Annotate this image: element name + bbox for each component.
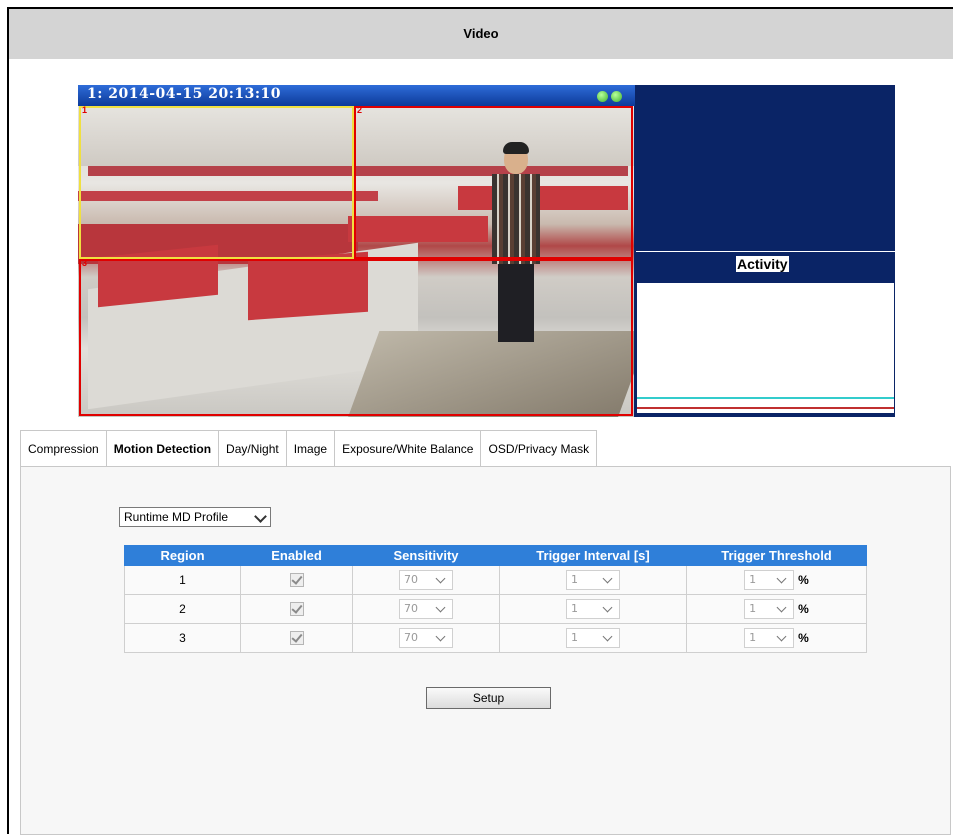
camera-image: 1 2 3 (78, 106, 634, 417)
trigger-interval-select[interactable]: 1 (566, 628, 620, 648)
md-profile-select[interactable]: Runtime MD Profile (119, 507, 271, 527)
motion-region-1[interactable]: 1 (79, 106, 354, 259)
activity-graph-line (637, 407, 894, 409)
page-title: Video (9, 9, 953, 59)
chevron-down-icon (254, 510, 267, 523)
percent-unit: % (798, 573, 809, 587)
region-number: 3 (124, 623, 241, 653)
table-row: 2 70 1 1% (124, 594, 867, 624)
enabled-checkbox[interactable] (289, 602, 304, 617)
threshold-value: 1 (749, 602, 757, 615)
column-header-region: Region (124, 545, 241, 566)
enabled-checkbox[interactable] (289, 631, 304, 646)
trigger-interval-select[interactable]: 1 (566, 599, 620, 619)
sensitivity-value: 70 (404, 631, 418, 644)
threshold-value: 1 (749, 631, 757, 644)
activity-panel-top (636, 85, 895, 251)
sensitivity-value: 70 (404, 573, 418, 586)
trigger-interval-select[interactable]: 1 (566, 570, 620, 590)
motion-region-table: Region Enabled Sensitivity Trigger Inter… (124, 545, 867, 653)
chevron-down-icon (776, 602, 787, 613)
tab-osd-privacy-mask[interactable]: OSD/Privacy Mask (480, 430, 598, 467)
trigger-threshold-select[interactable]: 1 (744, 628, 795, 648)
threshold-value: 1 (749, 573, 757, 586)
interval-value: 1 (571, 631, 578, 644)
sensitivity-select[interactable]: 70 (399, 570, 453, 590)
percent-unit: % (798, 602, 809, 616)
interval-value: 1 (571, 602, 578, 615)
sensitivity-select[interactable]: 70 (399, 628, 453, 648)
motion-region-3[interactable]: 3 (79, 258, 633, 416)
sensitivity-value: 70 (404, 602, 418, 615)
trigger-threshold-select[interactable]: 1 (744, 599, 795, 619)
tab-exposure-white-balance[interactable]: Exposure/White Balance (334, 430, 482, 467)
table-row: 1 70 1 1% (124, 565, 867, 595)
column-header-trigger-interval: Trigger Interval [s] (499, 545, 687, 566)
video-viewer[interactable]: 1 2 3 1: 2014-04-15 20:13:10 Activity (78, 85, 895, 417)
activity-graph (637, 283, 894, 413)
percent-unit: % (798, 631, 809, 645)
chevron-down-icon (776, 631, 787, 642)
tab-motion-detection[interactable]: Motion Detection (105, 430, 220, 468)
enabled-checkbox[interactable] (289, 573, 304, 588)
motion-detection-panel: Runtime MD Profile Region Enabled Sensit… (20, 466, 951, 835)
status-led-icon (597, 91, 608, 102)
chevron-down-icon (435, 631, 446, 642)
chevron-down-icon (602, 573, 613, 584)
chevron-down-icon (602, 631, 613, 642)
video-timestamp: 1: 2014-04-15 20:13:10 (87, 86, 281, 102)
chevron-down-icon (435, 602, 446, 613)
setup-button[interactable]: Setup (426, 687, 551, 709)
chevron-down-icon (435, 573, 446, 584)
activity-label: Activity (736, 256, 789, 272)
motion-region-2[interactable]: 2 (354, 106, 633, 259)
chevron-down-icon (776, 573, 787, 584)
table-row: 3 70 1 1% (124, 623, 867, 653)
interval-value: 1 (571, 573, 578, 586)
trigger-threshold-select[interactable]: 1 (744, 570, 795, 590)
status-led-icon (611, 91, 622, 102)
chevron-down-icon (602, 602, 613, 613)
column-header-trigger-threshold: Trigger Threshold (686, 545, 867, 566)
sensitivity-select[interactable]: 70 (399, 599, 453, 619)
column-header-sensitivity: Sensitivity (352, 545, 500, 566)
video-overlay-bar: 1: 2014-04-15 20:13:10 (78, 85, 635, 106)
region-number: 1 (124, 565, 241, 595)
md-profile-value: Runtime MD Profile (124, 510, 229, 524)
column-header-enabled: Enabled (240, 545, 353, 566)
region-number: 2 (124, 594, 241, 624)
tab-day-night[interactable]: Day/Night (218, 430, 287, 467)
page-frame: Video 1 2 3 1: 2014-04-15 20:13:10 Activ… (7, 7, 953, 835)
settings-tabs: Compression Motion Detection Day/Night I… (20, 430, 598, 468)
activity-header: Activity (636, 251, 895, 284)
tab-image[interactable]: Image (285, 430, 336, 467)
activity-graph-line (637, 397, 894, 399)
tab-compression[interactable]: Compression (20, 430, 107, 467)
